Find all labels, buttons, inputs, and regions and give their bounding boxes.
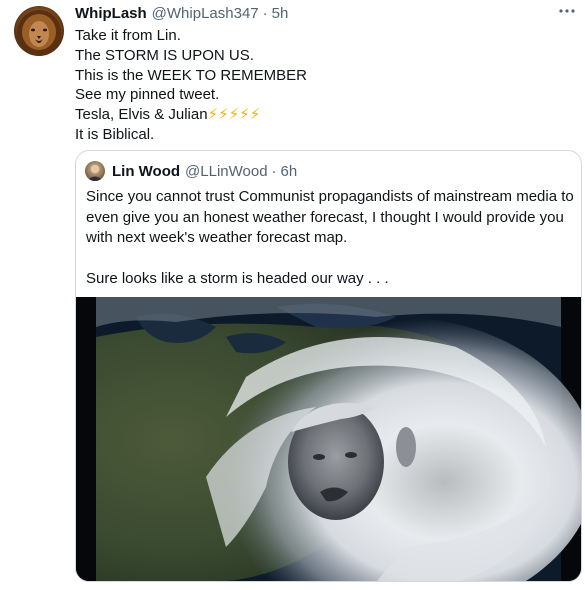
tweet-line: See my pinned tweet. <box>75 86 220 104</box>
tweet-line-with-emoji: Tesla, Elvis & Julian⚡⚡⚡⚡⚡ <box>75 105 555 125</box>
quoted-tweet-text: Since you cannot trust Communist propaga… <box>86 187 574 289</box>
quoted-tweet-timestamp: 6h <box>280 163 298 180</box>
quoted-author-avatar <box>85 161 105 181</box>
tweet-line: This is the WEEK TO REMEMBER <box>75 66 307 84</box>
quoted-tweet-card[interactable]: Lin Wood @LLinWood · 6h Since you cannot… <box>75 150 582 582</box>
author-display-name[interactable]: WhipLash <box>75 5 147 22</box>
quoted-author-handle: @LLinWood <box>185 163 268 180</box>
lightning-bolt-emoji: ⚡⚡⚡⚡⚡ <box>207 106 261 124</box>
separator-dot: · <box>271 163 277 180</box>
quoted-paragraph: Sure looks like a storm is headed our wa… <box>86 269 389 287</box>
author-handle[interactable]: @WhipLash347 <box>152 5 259 22</box>
tweet-header: WhipLash @WhipLash347 · 5h <box>75 5 288 25</box>
tweet-line: The STORM IS UPON US. <box>75 46 254 64</box>
quoted-paragraph: Since you cannot trust Communist propaga… <box>86 188 574 246</box>
quoted-tweet-image[interactable] <box>76 297 581 581</box>
tweet-line: It is Biblical. <box>75 125 155 143</box>
more-horizontal-icon[interactable] <box>557 4 577 18</box>
tweet-line: Take it from Lin. <box>75 27 181 44</box>
satellite-storm-image <box>76 297 581 581</box>
tweet-text: Take it from Lin. The STORM IS UPON US. … <box>75 26 555 145</box>
author-avatar[interactable] <box>14 6 64 56</box>
lion-avatar-icon <box>17 10 61 56</box>
quoted-tweet-header: Lin Wood @LLinWood · 6h <box>112 163 297 180</box>
separator-dot: · <box>262 5 268 22</box>
tweet-timestamp[interactable]: 5h <box>272 5 289 22</box>
quoted-author-display-name: Lin Wood <box>112 163 181 180</box>
tweet: WhipLash @WhipLash347 · 5h Take it from … <box>0 0 585 590</box>
tweet-line: Tesla, Elvis & Julian <box>75 106 208 124</box>
